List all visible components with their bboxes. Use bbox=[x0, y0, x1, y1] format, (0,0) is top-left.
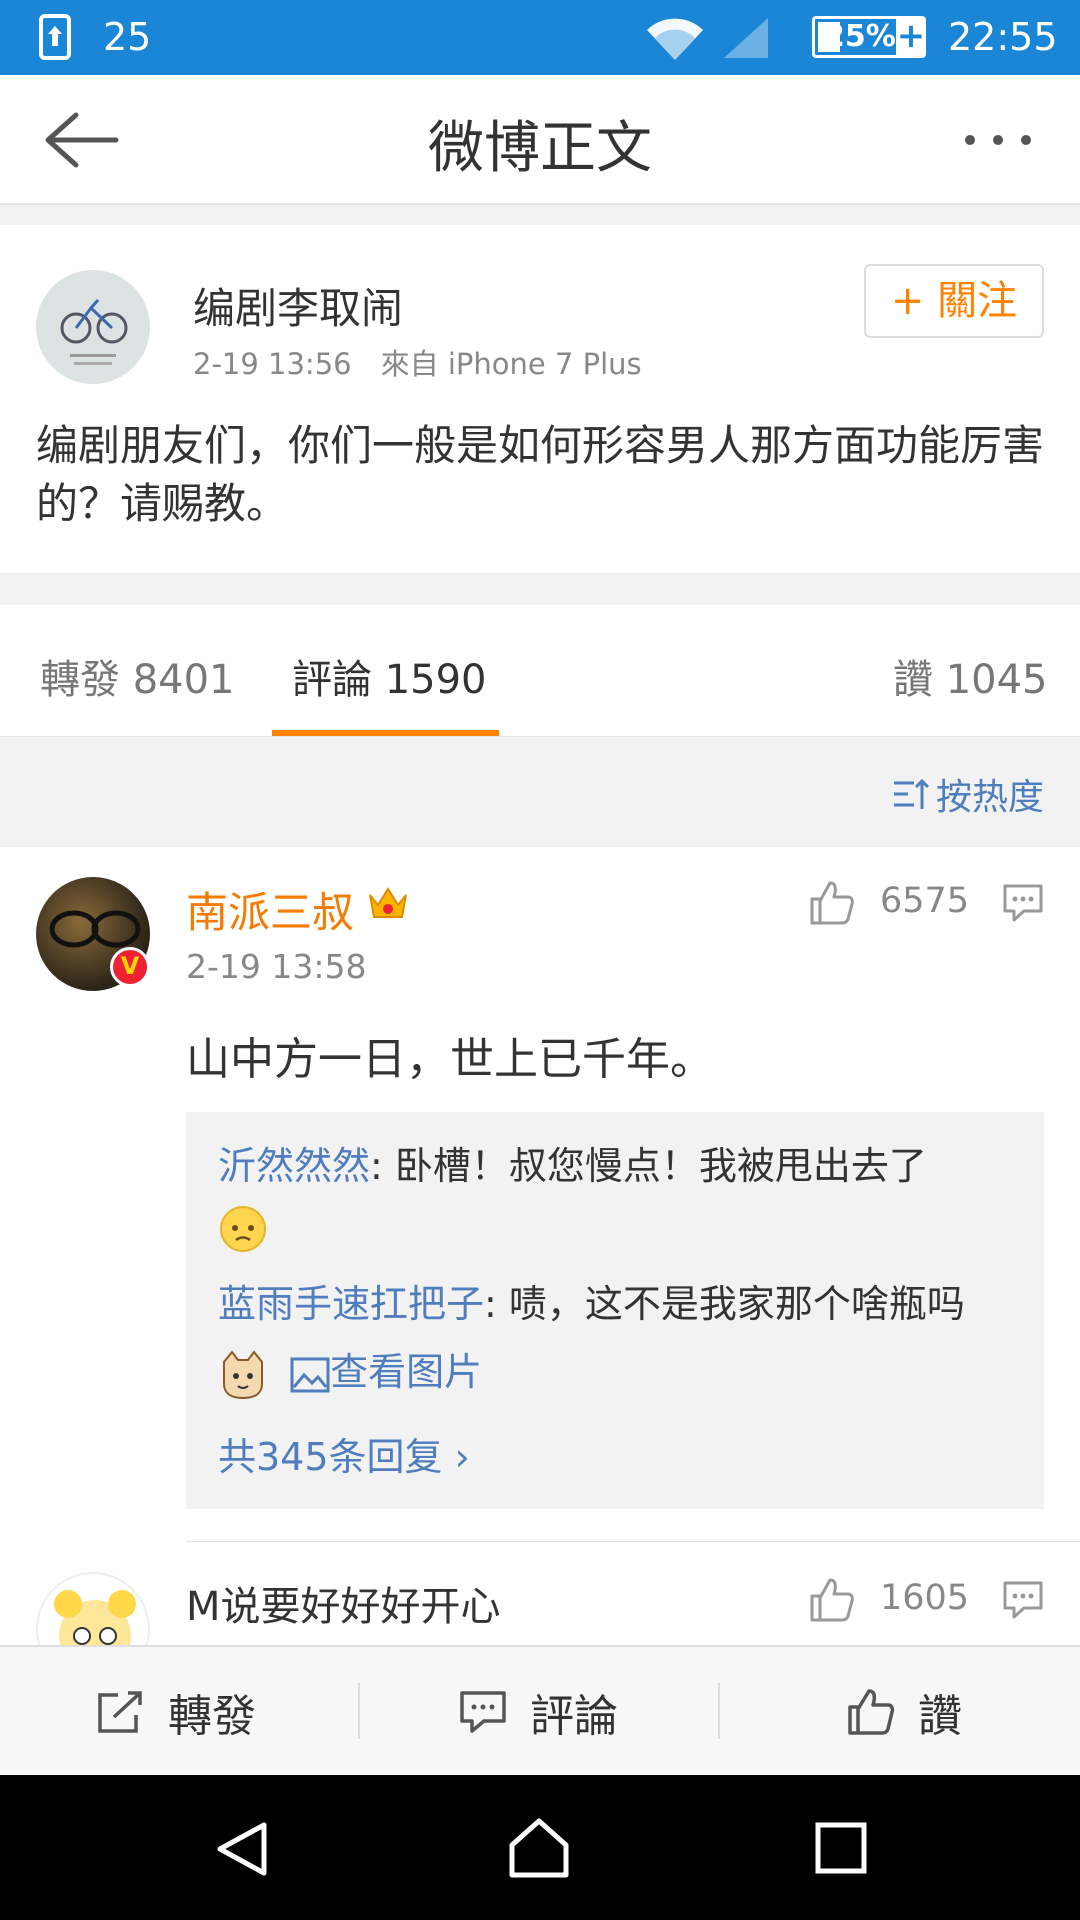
nav-recents-icon[interactable] bbox=[814, 1821, 868, 1875]
weibo-post: 编剧李取闹 2-19 13:56 來自 iPhone 7 Plus + 關注 编… bbox=[0, 225, 1080, 573]
like-icon bbox=[848, 1689, 895, 1735]
comment-item: V 南派三叔 2-19 13:58 6575 山中方一日，世上已千年。 沂然然然… bbox=[0, 847, 1080, 1542]
reply-user[interactable]: 蓝雨手速扛把子 bbox=[218, 1282, 484, 1326]
post-meta: 2-19 13:56 來自 iPhone 7 Plus bbox=[193, 347, 642, 381]
repost-icon bbox=[98, 1691, 142, 1733]
wifi-icon bbox=[647, 18, 703, 60]
sort-label: 按热度 bbox=[936, 777, 1045, 818]
status-bar: 25 25% + 22:55 bbox=[0, 0, 1080, 75]
sort-bar: 按热度 bbox=[0, 737, 1080, 847]
nav-back-icon[interactable] bbox=[214, 1819, 270, 1879]
bottom-action-bar: 轉發 評論 讚 bbox=[0, 1645, 1080, 1775]
sad-face-emoji-icon bbox=[220, 1205, 266, 1252]
tab-comment[interactable]: 評論 1590 bbox=[292, 647, 487, 705]
follow-button[interactable]: + 關注 bbox=[864, 264, 1044, 338]
comment-list: V 南派三叔 2-19 13:58 6575 山中方一日，世上已千年。 沂然然然… bbox=[0, 847, 1080, 1647]
commenter-avatar[interactable] bbox=[36, 1572, 150, 1647]
battery-percent: 25% bbox=[824, 19, 896, 54]
like-label: 讚 bbox=[918, 1691, 962, 1742]
comment-label: 評論 bbox=[530, 1691, 618, 1742]
vip-crown-icon bbox=[366, 881, 410, 925]
post-author[interactable]: 编剧李取闹 bbox=[193, 275, 403, 336]
system-nav-bar bbox=[0, 1775, 1080, 1920]
comment-icon bbox=[460, 1691, 506, 1733]
reply-comment-icon[interactable] bbox=[1002, 1580, 1044, 1620]
verified-badge-icon: V bbox=[110, 947, 150, 987]
like-count: 6575 bbox=[880, 881, 970, 921]
sort-by-hot-button[interactable]: 按热度 bbox=[892, 769, 1044, 819]
bicycle-icon bbox=[60, 299, 128, 365]
reply-text: : 啧，这不是我家那个啥瓶吗 bbox=[484, 1282, 965, 1326]
charging-icon: + bbox=[896, 16, 926, 58]
divider bbox=[718, 1683, 720, 1739]
cat-emoji-icon bbox=[223, 1349, 263, 1399]
like-count: 1605 bbox=[880, 1578, 970, 1618]
nav-home-icon[interactable] bbox=[506, 1815, 572, 1881]
reply-box: 沂然然然: 卧槽！叔您慢点！我被甩出去了 蓝雨手速扛把子: 啧，这不是我家那个啥… bbox=[186, 1112, 1044, 1509]
tab-like[interactable]: 讚 1045 bbox=[893, 647, 1048, 705]
repost-button[interactable]: 轉發 bbox=[96, 1647, 256, 1777]
reply-text: : 卧槽！叔您慢点！我被甩出去了 bbox=[370, 1144, 927, 1188]
more-dots-icon[interactable] bbox=[962, 130, 1034, 150]
view-all-replies-link[interactable]: 共345条回复 › bbox=[218, 1426, 470, 1481]
divider bbox=[358, 1683, 360, 1739]
sort-icon bbox=[894, 778, 930, 809]
follow-label: + 關注 bbox=[890, 278, 1018, 324]
like-button[interactable]: 讚 bbox=[846, 1647, 962, 1777]
image-icon bbox=[290, 1357, 330, 1392]
comment-text: 山中方一日，世上已千年。 bbox=[186, 1034, 714, 1085]
screen-rotate-icon bbox=[39, 14, 71, 60]
like-thumb-icon[interactable] bbox=[808, 879, 856, 927]
cartoon-girl-icon bbox=[54, 1590, 136, 1647]
view-image-link[interactable]: 查看图片 bbox=[330, 1350, 482, 1394]
reply-user[interactable]: 沂然然然 bbox=[218, 1144, 370, 1188]
signal-icon bbox=[724, 18, 768, 58]
page-title: 微博正文 bbox=[428, 116, 652, 181]
comment-item: M说要好好好开心 1605 bbox=[0, 1542, 1080, 1647]
notification-count: 25 bbox=[103, 15, 152, 59]
repost-label: 轉發 bbox=[168, 1691, 256, 1742]
reply-item: 沂然然然: 卧槽！叔您慢点！我被甩出去了 bbox=[218, 1136, 1018, 1256]
like-thumb-icon[interactable] bbox=[808, 1576, 856, 1624]
post-tabs: 轉發 8401 評論 1590 讚 1045 bbox=[0, 605, 1080, 737]
tab-repost[interactable]: 轉發 8401 bbox=[40, 647, 235, 705]
app-header: 微博正文 bbox=[0, 75, 1080, 205]
active-tab-underline bbox=[272, 730, 499, 736]
clock: 22:55 bbox=[948, 15, 1058, 59]
commenter-name[interactable]: M说要好好好开心 bbox=[186, 1574, 501, 1632]
divider bbox=[0, 205, 1080, 225]
commenter-name[interactable]: 南派三叔 bbox=[186, 879, 354, 940]
post-text: 编剧朋友们，你们一般是如何形容男人那方面功能厉害的？请赐教。 bbox=[36, 421, 1045, 528]
reply-item: 蓝雨手速扛把子: 啧，这不是我家那个啥瓶吗 查看图片 bbox=[218, 1270, 1018, 1406]
reply-comment-icon[interactable] bbox=[1002, 883, 1044, 923]
divider bbox=[0, 573, 1080, 605]
comment-time: 2-19 13:58 bbox=[186, 947, 367, 986]
comment-button[interactable]: 評論 bbox=[458, 1647, 618, 1777]
author-avatar[interactable] bbox=[36, 270, 150, 384]
